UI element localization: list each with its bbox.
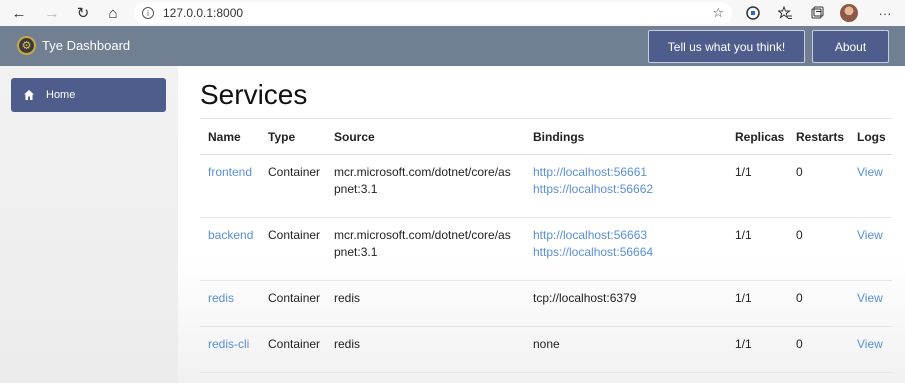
logs-view-link[interactable]: View (857, 337, 883, 351)
service-type: Container (260, 154, 326, 218)
column-header-bindings: Bindings (525, 118, 727, 155)
address-bar[interactable]: i 127.0.0.1:8000 ☆ (134, 2, 732, 24)
table-row: backend Container mcr.microsoft.com/dotn… (200, 217, 892, 281)
profile-avatar[interactable] (833, 0, 865, 26)
extension-icon[interactable] (737, 0, 769, 26)
column-header-source: Source (326, 118, 525, 155)
service-source-line: pnet:3.1 (334, 182, 378, 196)
reload-icon[interactable]: ↻ (71, 1, 95, 25)
brand[interactable]: ⚙ Tye Dashboard (17, 36, 130, 55)
service-bindings: http://localhost:56663 https://localhost:… (525, 217, 727, 281)
favorite-star-icon[interactable]: ☆ (712, 5, 724, 21)
service-source-line: pnet:3.1 (334, 245, 378, 259)
column-header-type: Type (260, 118, 326, 155)
service-type: Container (260, 326, 326, 373)
service-name-link[interactable]: frontend (208, 165, 252, 179)
back-icon[interactable]: ← (7, 1, 31, 25)
service-replicas: 1/1 (727, 280, 788, 327)
service-bindings: tcp://localhost:6379 (525, 280, 727, 327)
sidebar-item-label: Home (46, 89, 76, 101)
service-name-link[interactable]: backend (208, 228, 253, 242)
logs-view-link[interactable]: View (857, 291, 883, 305)
service-name-link[interactable]: redis (208, 291, 234, 305)
logs-view-link[interactable]: View (857, 165, 883, 179)
service-restarts: 0 (788, 217, 849, 281)
tye-logo-icon: ⚙ (17, 36, 36, 55)
service-source: redis (326, 280, 525, 327)
service-bindings: http://localhost:56661 https://localhost:… (525, 154, 727, 218)
column-header-restarts: Restarts (788, 118, 849, 155)
table-row: frontend Container mcr.microsoft.com/dot… (200, 154, 892, 218)
avatar (840, 4, 858, 22)
service-name-link[interactable]: redis-cli (208, 337, 249, 351)
more-icon[interactable]: ··· (865, 0, 905, 26)
service-source: mcr.microsoft.com/dotnet/core/as pnet:3.1 (326, 154, 525, 218)
favorites-icon[interactable] (769, 0, 801, 26)
service-source-line: mcr.microsoft.com/dotnet/core/as (334, 165, 511, 179)
service-replicas: 1/1 (727, 154, 788, 218)
info-icon[interactable]: i (142, 7, 154, 19)
service-replicas: 1/1 (727, 217, 788, 281)
service-restarts: 0 (788, 280, 849, 327)
binding-link[interactable]: http://localhost:56661 (533, 164, 727, 181)
table-header-row: Name Type Source Bindings Replicas Resta… (200, 118, 892, 155)
table-row: redis Container redis tcp://localhost:63… (200, 280, 892, 327)
app-header: ⚙ Tye Dashboard Tell us what you think! … (0, 26, 905, 66)
binding-link[interactable]: https://localhost:56662 (533, 181, 727, 198)
home-icon[interactable]: ⌂ (101, 1, 125, 25)
service-source: redis (326, 326, 525, 373)
main-content: Services Name Type Source Bindings Repli… (178, 66, 905, 383)
app-title: Tye Dashboard (42, 38, 131, 53)
collections-icon[interactable] (801, 0, 833, 26)
service-bindings: none (525, 326, 727, 373)
binding-link[interactable]: http://localhost:56663 (533, 227, 727, 244)
service-type: Container (260, 217, 326, 281)
binding-link[interactable]: https://localhost:56664 (533, 244, 727, 261)
service-type: Container (260, 280, 326, 327)
table-row: redis-cli Container redis none 1/1 0 Vie… (200, 326, 892, 373)
service-source-line: mcr.microsoft.com/dotnet/core/as (334, 228, 511, 242)
logs-view-link[interactable]: View (857, 228, 883, 242)
browser-right-tools: ··· (737, 0, 905, 26)
service-restarts: 0 (788, 326, 849, 373)
column-header-logs: Logs (849, 118, 892, 155)
service-replicas: 1/1 (727, 326, 788, 373)
page-title: Services (200, 79, 308, 110)
url-text: 127.0.0.1:8000 (163, 6, 244, 20)
sidebar-item-home[interactable]: Home (11, 78, 166, 112)
feedback-button[interactable]: Tell us what you think! (648, 30, 805, 63)
services-table: Name Type Source Bindings Replicas Resta… (200, 118, 892, 373)
column-header-replicas: Replicas (727, 118, 788, 155)
sidebar: Home (0, 66, 178, 383)
service-restarts: 0 (788, 154, 849, 218)
home-icon (24, 90, 34, 100)
column-header-name: Name (200, 118, 260, 155)
about-button[interactable]: About (812, 30, 889, 63)
forward-icon[interactable]: → (40, 1, 64, 25)
service-source: mcr.microsoft.com/dotnet/core/as pnet:3.1 (326, 217, 525, 281)
